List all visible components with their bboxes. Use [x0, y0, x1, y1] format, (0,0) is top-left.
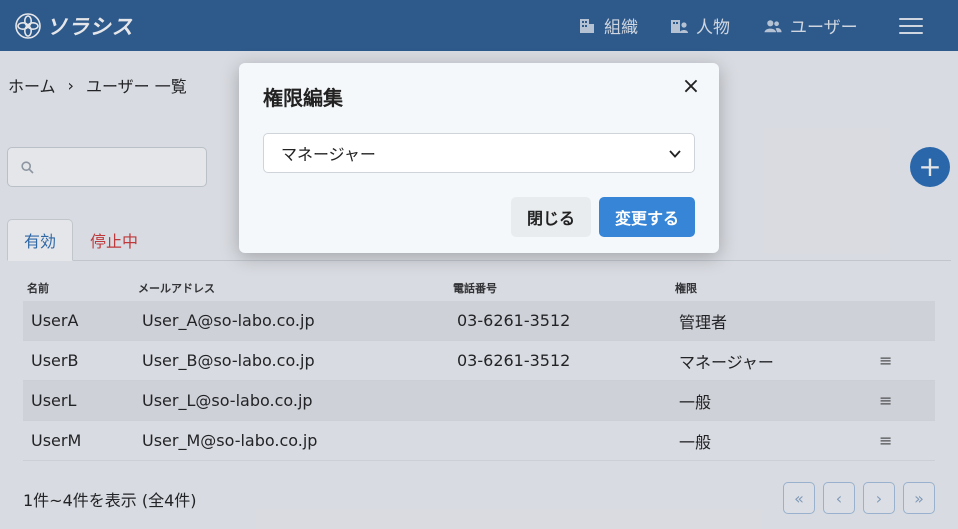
permission-edit-modal: 権限編集 × マネージャー 閉じる 変更する	[239, 63, 719, 253]
close-button[interactable]: 閉じる	[511, 197, 591, 237]
chevron-down-icon	[669, 150, 681, 158]
role-select-value: マネージャー	[281, 145, 376, 164]
change-button[interactable]: 変更する	[599, 197, 695, 237]
close-icon[interactable]: ×	[681, 76, 701, 98]
modal-title: 権限編集	[263, 86, 343, 110]
role-select[interactable]: マネージャー	[263, 133, 695, 173]
